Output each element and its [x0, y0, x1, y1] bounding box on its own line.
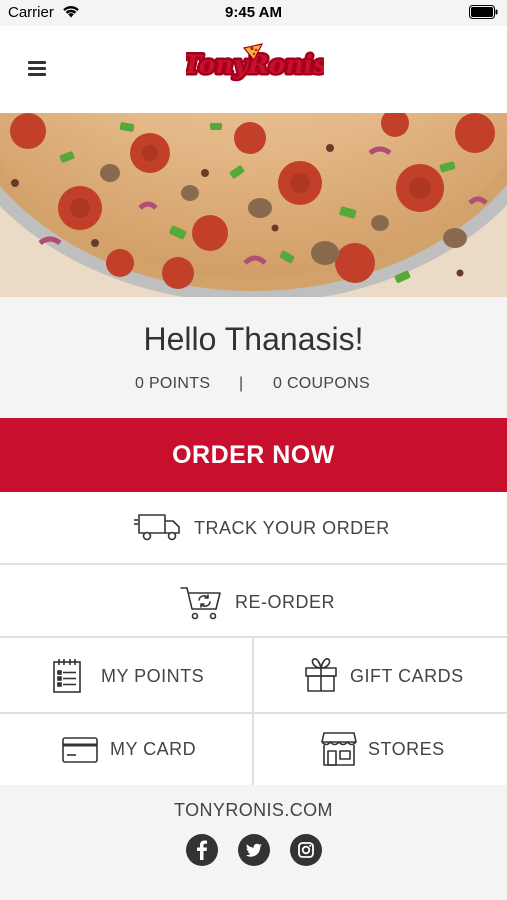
my-points-label: MY POINTS [101, 666, 205, 686]
app-header: TonyRonis TonyRonis [0, 26, 507, 113]
notepad-icon [53, 659, 81, 693]
facebook-icon[interactable] [186, 834, 218, 866]
battery-icon [469, 5, 498, 19]
points-summary: 0 POINTS | 0 COUPONS [0, 375, 507, 395]
points-count: 0 POINTS [135, 375, 211, 392]
my-card-button[interactable]: MY CARD [0, 714, 252, 785]
tony-ronis-logo: TonyRonis TonyRonis [186, 43, 324, 82]
stores-label: STORES [368, 739, 445, 759]
storefront-icon [321, 732, 357, 766]
cart-refresh-icon [180, 587, 221, 620]
reorder-button[interactable]: RE-ORDER [0, 565, 507, 636]
card-icon [62, 737, 98, 763]
my-card-label: MY CARD [110, 739, 197, 759]
order-now-button[interactable]: ORDER NOW [0, 418, 507, 492]
gift-cards-label: GIFT CARDS [350, 666, 464, 686]
reorder-label: RE-ORDER [235, 592, 336, 612]
coupons-count: 0 COUPONS [273, 375, 370, 392]
status-bar: Carrier 9:45 AM [0, 0, 507, 26]
instagram-icon[interactable] [290, 834, 322, 866]
footer: TONYRONIS.COM [0, 787, 507, 900]
track-order-label: TRACK YOUR ORDER [194, 518, 390, 538]
my-points-button[interactable]: MY POINTS [0, 638, 252, 712]
stores-button[interactable]: STORES [254, 714, 507, 785]
website-link[interactable]: TONYRONIS.COM [0, 800, 507, 821]
gift-icon [305, 658, 337, 692]
gift-cards-button[interactable]: GIFT CARDS [254, 638, 507, 712]
delivery-truck-icon [134, 514, 180, 541]
greeting-section: Hello Thanasis! 0 POINTS | 0 COUPONS [0, 297, 507, 418]
track-order-button[interactable]: TRACK YOUR ORDER [0, 492, 507, 563]
clock: 9:45 AM [225, 4, 282, 21]
points-separator: | [239, 375, 244, 392]
pizza-hero-image [0, 113, 507, 297]
twitter-icon[interactable] [238, 834, 270, 866]
hamburger-icon[interactable] [28, 61, 46, 76]
greeting-title: Hello Thanasis! [143, 321, 364, 357]
